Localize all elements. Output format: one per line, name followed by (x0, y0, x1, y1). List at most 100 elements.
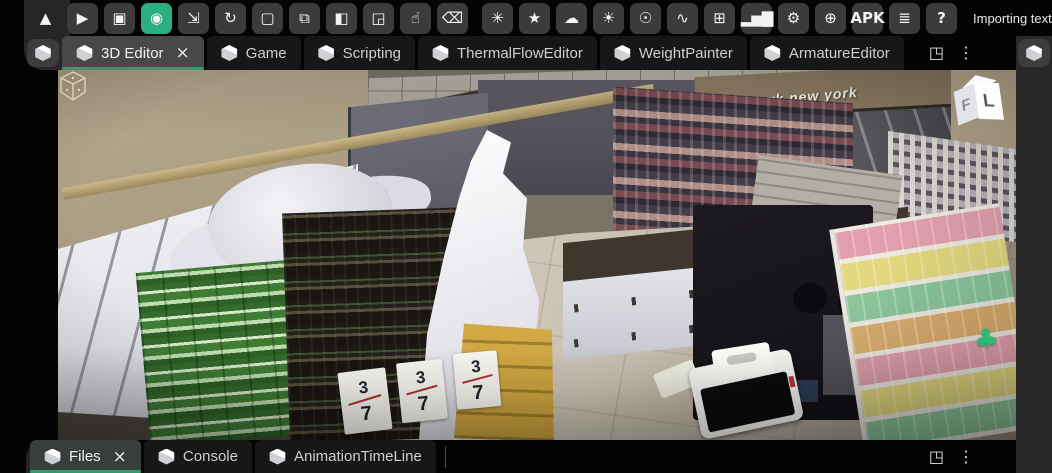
bottom-tabs: Files × Console AnimationTimeLine (30, 440, 446, 473)
rotate-icon: ↻ (224, 11, 237, 26)
statistics-button[interactable]: ▂▅▇ (741, 3, 772, 34)
database-sync-icon: ≣ (898, 11, 911, 26)
window-restore-button[interactable]: ◳ (929, 449, 944, 465)
editor-tab-bar: 3D Editor × Game Scripting ThermalFlowEd… (0, 36, 1016, 70)
particles-button[interactable]: ✳ (482, 3, 513, 34)
gear-circle-icon: ⊕ (824, 11, 837, 26)
view-orientation-gizmo[interactable]: F L (948, 70, 1009, 130)
cube-logo-icon (432, 45, 449, 61)
tab-divider (445, 446, 446, 468)
tab-label: 3D Editor (101, 45, 164, 62)
tab-weightpainter[interactable]: WeightPainter (600, 36, 747, 70)
right-side-strip (1016, 36, 1052, 473)
cube-logo-icon (764, 45, 781, 61)
tab-bar-actions: ◳ ⋮ (929, 36, 974, 70)
price-sign-bottom: 7 (417, 393, 430, 414)
duplicate-button[interactable]: ⧉ (289, 3, 320, 34)
particles-burst-icon: ✳ (491, 11, 504, 26)
tab-label: WeightPainter (639, 45, 733, 62)
scene-view-button[interactable]: ◉ (141, 3, 172, 34)
help-button[interactable]: ? (926, 3, 957, 34)
gear-icon: ⚙ (787, 11, 800, 26)
bottom-tab-bar: Files × Console AnimationTimeLine ◳ ⋮ (0, 440, 1016, 473)
duplicate-icon: ⧉ (299, 11, 310, 26)
tab-files[interactable]: Files × (30, 440, 141, 473)
tab-label: Console (183, 448, 238, 465)
cube-logo-icon (76, 45, 93, 61)
home-cube-button[interactable] (27, 39, 59, 67)
import-status-text: Importing textures 0 (973, 11, 1052, 26)
favorites-button[interactable]: ★ (519, 3, 550, 34)
save-button[interactable]: ▣ (104, 3, 135, 34)
apk-export-icon: APK (850, 11, 884, 26)
touch-select-button[interactable]: ☝ (400, 3, 431, 34)
move-icon: ⇲ (187, 11, 200, 26)
tab-thermalfloweditor[interactable]: ThermalFlowEditor (418, 36, 597, 70)
main-toolbar: ▲ ▶ ▣ ◉ ⇲ ↻ ▢ ⧉ ◧ ◲ ☝ ⌫ ✳ ★ ☁ ☀ ☉ ∿ ⊞ ▂▅… (0, 0, 1052, 36)
tab-label: ArmatureEditor (789, 45, 890, 62)
star-icon: ★ (528, 11, 541, 26)
scale-tool-button[interactable]: ▢ (252, 3, 283, 34)
cube-logo-icon (1026, 45, 1043, 61)
brightness-button[interactable]: ☀ (593, 3, 624, 34)
cloud-icon: ☁ (564, 11, 579, 26)
close-tab-icon[interactable]: × (113, 447, 127, 467)
cube-plus-icon: ⊞ (713, 11, 726, 26)
tab-scripting[interactable]: Scripting (304, 36, 415, 70)
bottom-bar-actions: ◳ ⋮ (929, 440, 974, 473)
right-strip-cube-button[interactable] (1018, 39, 1050, 67)
toolbar-collapse-button[interactable]: ▲ (30, 3, 61, 34)
kebab-menu-button[interactable]: ⋮ (958, 449, 974, 465)
clone-button[interactable]: ◲ (363, 3, 394, 34)
3d-viewport[interactable]: new york new york 3 7 3 (58, 70, 1016, 440)
price-sign-bottom: 7 (472, 382, 485, 403)
collapse-up-icon: ▲ (40, 11, 52, 26)
rotate-tool-button[interactable]: ↻ (215, 3, 246, 34)
project-settings-button[interactable]: ⊕ (815, 3, 846, 34)
weather-button[interactable]: ☁ (556, 3, 587, 34)
apk-export-button[interactable]: APK (852, 3, 883, 34)
cube-logo-icon (221, 45, 238, 61)
cube-logo-icon (269, 449, 286, 465)
tab-3d-editor[interactable]: 3D Editor × (62, 36, 204, 70)
app-window: ▲ ▶ ▣ ◉ ⇲ ↻ ▢ ⧉ ◧ ◲ ☝ ⌫ ✳ ★ ☁ ☀ ☉ ∿ ⊞ ▂▅… (0, 0, 1052, 473)
delete-button[interactable]: ⌫ (437, 3, 468, 34)
camera-lock-button[interactable]: ◧ (326, 3, 357, 34)
add-object-button[interactable]: ⊞ (704, 3, 735, 34)
tab-label: Game (246, 45, 287, 62)
move-tool-button[interactable]: ⇲ (178, 3, 209, 34)
price-sign: 3 7 (453, 350, 502, 410)
data-sync-button[interactable]: ≣ (889, 3, 920, 34)
tab-armatureeditor[interactable]: ArmatureEditor (750, 36, 904, 70)
window-restore-button[interactable]: ◳ (929, 45, 944, 61)
statistics-icon: ▂▅▇ (741, 11, 773, 26)
play-icon: ▶ (77, 11, 89, 26)
price-sign: 3 7 (396, 359, 448, 423)
play-button[interactable]: ▶ (67, 3, 98, 34)
cube-logo-icon (44, 449, 61, 465)
settings-button[interactable]: ⚙ (778, 3, 809, 34)
tab-console[interactable]: Console (144, 440, 252, 473)
waypoint-path-icon: ∿ (676, 11, 689, 26)
tab-label: AnimationTimeLine (294, 448, 422, 465)
sun-icon: ☀ (602, 11, 615, 26)
price-sign-top: 3 (415, 368, 426, 386)
tab-game[interactable]: Game (207, 36, 301, 70)
tab-animationtimeline[interactable]: AnimationTimeLine (255, 440, 436, 473)
price-sign-top: 3 (358, 378, 369, 396)
touch-pointer-icon: ☝ (411, 11, 420, 26)
planet-orbit-icon: ☉ (639, 11, 652, 26)
close-tab-icon[interactable]: × (176, 43, 190, 63)
perspective-cube-icon[interactable] (58, 70, 88, 102)
price-sign: 3 7 (337, 367, 392, 434)
tab-label: Scripting (343, 45, 401, 62)
paths-button[interactable]: ∿ (667, 3, 698, 34)
editor-tabs: 3D Editor × Game Scripting ThermalFlowEd… (62, 36, 904, 70)
gizmo-front-face: L (973, 82, 1004, 120)
price-sign-top: 3 (470, 357, 481, 375)
save-icon: ▣ (112, 11, 126, 26)
skybox-button[interactable]: ☉ (630, 3, 661, 34)
kebab-menu-button[interactable]: ⋮ (958, 45, 974, 61)
cube-logo-icon (158, 449, 175, 465)
vegetation-tool-icon[interactable]: ♣ (973, 325, 1000, 354)
